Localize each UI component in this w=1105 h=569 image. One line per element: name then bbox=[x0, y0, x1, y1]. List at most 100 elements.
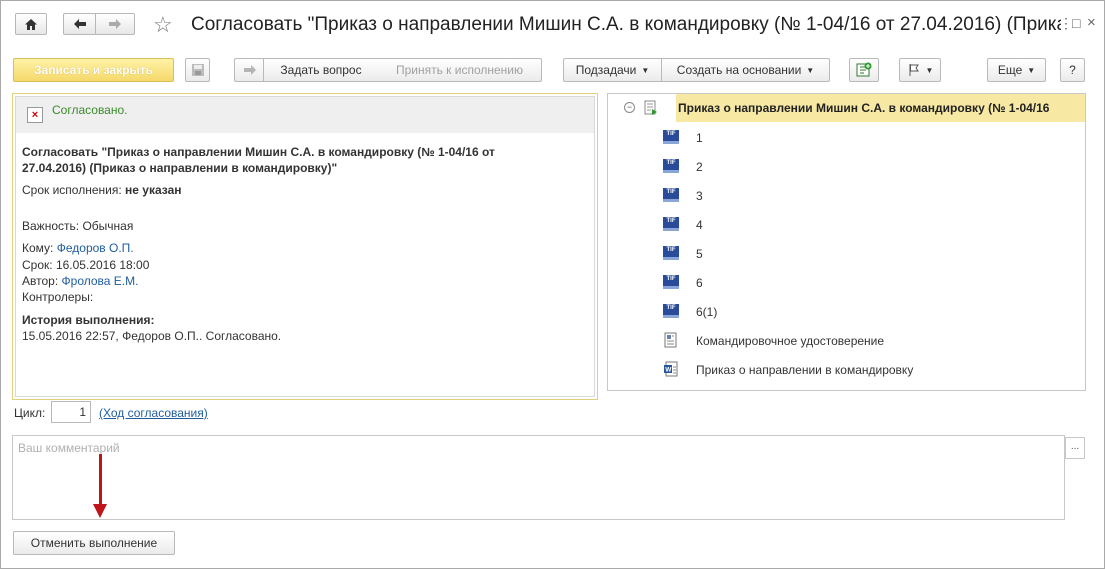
tree-item-label: Приказ о направлении в командировку bbox=[696, 363, 914, 377]
tree-item-file[interactable]: Командировочное удостоверение bbox=[608, 326, 1085, 355]
cancel-execution-button[interactable]: Отменить выполнение bbox=[13, 531, 175, 555]
flag-dropdown[interactable]: ▼ bbox=[899, 58, 941, 82]
status-text: Согласовано. bbox=[52, 103, 128, 117]
chevron-down-icon: ▼ bbox=[1027, 65, 1036, 75]
history-label: История выполнения: bbox=[22, 313, 155, 327]
author-row: Автор: Фролова Е.М. bbox=[22, 274, 138, 288]
author-label: Автор: bbox=[22, 274, 59, 288]
close-icon[interactable]: × bbox=[1087, 14, 1096, 31]
tree-item-file[interactable]: TIF 2 bbox=[608, 152, 1085, 181]
more-actions-icon[interactable]: ⋮ bbox=[1059, 15, 1073, 32]
create-based-on-label: Создать на основании bbox=[676, 63, 802, 77]
tree-item-label: 6 bbox=[696, 276, 703, 290]
create-based-on-dropdown[interactable]: Создать на основании ▼ bbox=[661, 58, 830, 82]
comment-placeholder: Ваш комментарий bbox=[18, 441, 120, 455]
tree-item-label: 2 bbox=[696, 160, 703, 174]
execute-button[interactable] bbox=[234, 58, 264, 82]
favorite-star-icon[interactable]: ☆ bbox=[153, 12, 173, 38]
tif-icon: TIF bbox=[663, 217, 679, 231]
tif-icon: TIF bbox=[663, 188, 679, 202]
tree-item-file[interactable]: W Приказ о направлении в командировку bbox=[608, 355, 1085, 384]
flag-icon bbox=[909, 64, 919, 76]
tif-icon: TIF bbox=[663, 275, 679, 289]
status-bar: × Согласовано. bbox=[16, 97, 594, 133]
approval-progress-link[interactable]: (Ход согласования) bbox=[99, 406, 208, 420]
subtasks-dropdown[interactable]: Подзадачи ▼ bbox=[563, 58, 662, 82]
due-value: 16.05.2016 18:00 bbox=[55, 258, 150, 272]
save-button[interactable] bbox=[185, 58, 210, 82]
tree-root-item[interactable]: − Приказ о направлении Мишин С.А. в кома… bbox=[608, 94, 1085, 122]
tree-item-label: 6(1) bbox=[696, 305, 718, 319]
back-button[interactable] bbox=[63, 13, 95, 35]
more-label: Еще bbox=[997, 63, 1023, 77]
due-row: Срок: 16.05.2016 18:00 bbox=[22, 258, 149, 272]
tree-item-file[interactable]: TIF 6 bbox=[608, 268, 1085, 297]
to-link[interactable]: Федоров О.П. bbox=[57, 241, 134, 255]
deadline-label: Срок исполнения: bbox=[22, 183, 122, 197]
tree-item-file[interactable]: TIF 6(1) bbox=[608, 297, 1085, 326]
task-details-content: × Согласовано. Согласовать "Приказ о нап… bbox=[15, 96, 595, 397]
tree-item-file[interactable]: TIF 3 bbox=[608, 181, 1085, 210]
arrow-right-icon bbox=[109, 19, 121, 29]
due-label: Срок: bbox=[22, 258, 53, 272]
importance-label: Важность: bbox=[22, 219, 80, 233]
to-row: Кому: Федоров О.П. bbox=[22, 241, 134, 255]
accept-for-execution-button[interactable]: Принять к исполнению bbox=[378, 58, 542, 82]
tree-root-label: Приказ о направлении Мишин С.А. в команд… bbox=[678, 101, 1050, 115]
maximize-icon[interactable]: □ bbox=[1072, 15, 1080, 31]
chevron-down-icon: ▼ bbox=[925, 65, 934, 75]
forward-button[interactable] bbox=[95, 13, 135, 35]
more-dropdown[interactable]: Еще ▼ bbox=[987, 58, 1046, 82]
cycle-label: Цикл: bbox=[14, 406, 46, 420]
add-file-button[interactable] bbox=[849, 58, 879, 82]
history-entry: 15.05.2016 22:57, Федоров О.П.. Согласов… bbox=[22, 329, 282, 343]
annotation-arrow-shaft bbox=[99, 454, 102, 506]
tif-icon: TIF bbox=[663, 246, 679, 260]
collapse-icon[interactable]: − bbox=[624, 102, 635, 113]
open-comment-editor-button[interactable]: ... bbox=[1065, 437, 1085, 459]
tree-item-label: 5 bbox=[696, 247, 703, 261]
ask-question-button[interactable]: Задать вопрос bbox=[263, 58, 379, 82]
tree-item-label: 1 bbox=[696, 131, 703, 145]
deadline-value: не указан bbox=[125, 183, 182, 197]
svg-text:W: W bbox=[665, 367, 672, 374]
help-button[interactable]: ? bbox=[1060, 58, 1085, 82]
form-icon bbox=[664, 332, 677, 348]
to-label: Кому: bbox=[22, 241, 54, 255]
chevron-down-icon: ▼ bbox=[641, 65, 650, 75]
title-bar: ☆ Согласовать "Приказ о направлении Миши… bbox=[1, 1, 1104, 47]
subtasks-label: Подзадачи bbox=[575, 63, 637, 77]
task-heading-line-2: 27.04.2016) (Приказ о направлении в кома… bbox=[22, 161, 338, 175]
task-details-panel: × Согласовано. Согласовать "Приказ о нап… bbox=[12, 93, 598, 400]
arrow-left-icon bbox=[73, 19, 86, 29]
tif-icon: TIF bbox=[663, 304, 679, 318]
tree-item-label: 4 bbox=[696, 218, 703, 232]
task-heading-line-1: Согласовать "Приказ о направлении Мишин … bbox=[22, 145, 495, 159]
save-and-close-button[interactable]: Записать и закрыть bbox=[13, 58, 174, 82]
deadline-row: Срок исполнения: не указан bbox=[22, 183, 182, 197]
tree-item-file[interactable]: TIF 1 bbox=[608, 123, 1085, 152]
add-file-icon bbox=[856, 62, 872, 77]
home-button[interactable] bbox=[15, 13, 47, 35]
annotation-arrow-head bbox=[93, 504, 107, 518]
importance-value: Обычная bbox=[82, 219, 134, 233]
floppy-disk-icon bbox=[191, 64, 204, 76]
home-icon bbox=[25, 18, 37, 30]
word-icon: W bbox=[664, 361, 678, 377]
document-icon bbox=[644, 100, 657, 115]
importance-row: Важность: Обычная bbox=[22, 219, 133, 233]
cycle-field[interactable]: 1 bbox=[51, 401, 91, 423]
arrow-right-icon bbox=[243, 65, 256, 75]
tif-icon: TIF bbox=[663, 159, 679, 173]
page-title: Согласовать "Приказ о направлении Мишин … bbox=[191, 14, 1061, 35]
task-window: ☆ Согласовать "Приказ о направлении Миши… bbox=[0, 0, 1105, 569]
tif-icon: TIF bbox=[663, 130, 679, 144]
author-link[interactable]: Фролова Е.М. bbox=[62, 274, 139, 288]
tree-item-file[interactable]: TIF 4 bbox=[608, 210, 1085, 239]
rejected-box-icon: × bbox=[27, 107, 43, 123]
tree-item-file[interactable]: TIF 5 bbox=[608, 239, 1085, 268]
chevron-down-icon: ▼ bbox=[806, 65, 815, 75]
tree-item-label: Командировочное удостоверение bbox=[696, 334, 885, 348]
tree-item-label: 3 bbox=[696, 189, 703, 203]
comment-field[interactable]: Ваш комментарий bbox=[12, 435, 1065, 520]
